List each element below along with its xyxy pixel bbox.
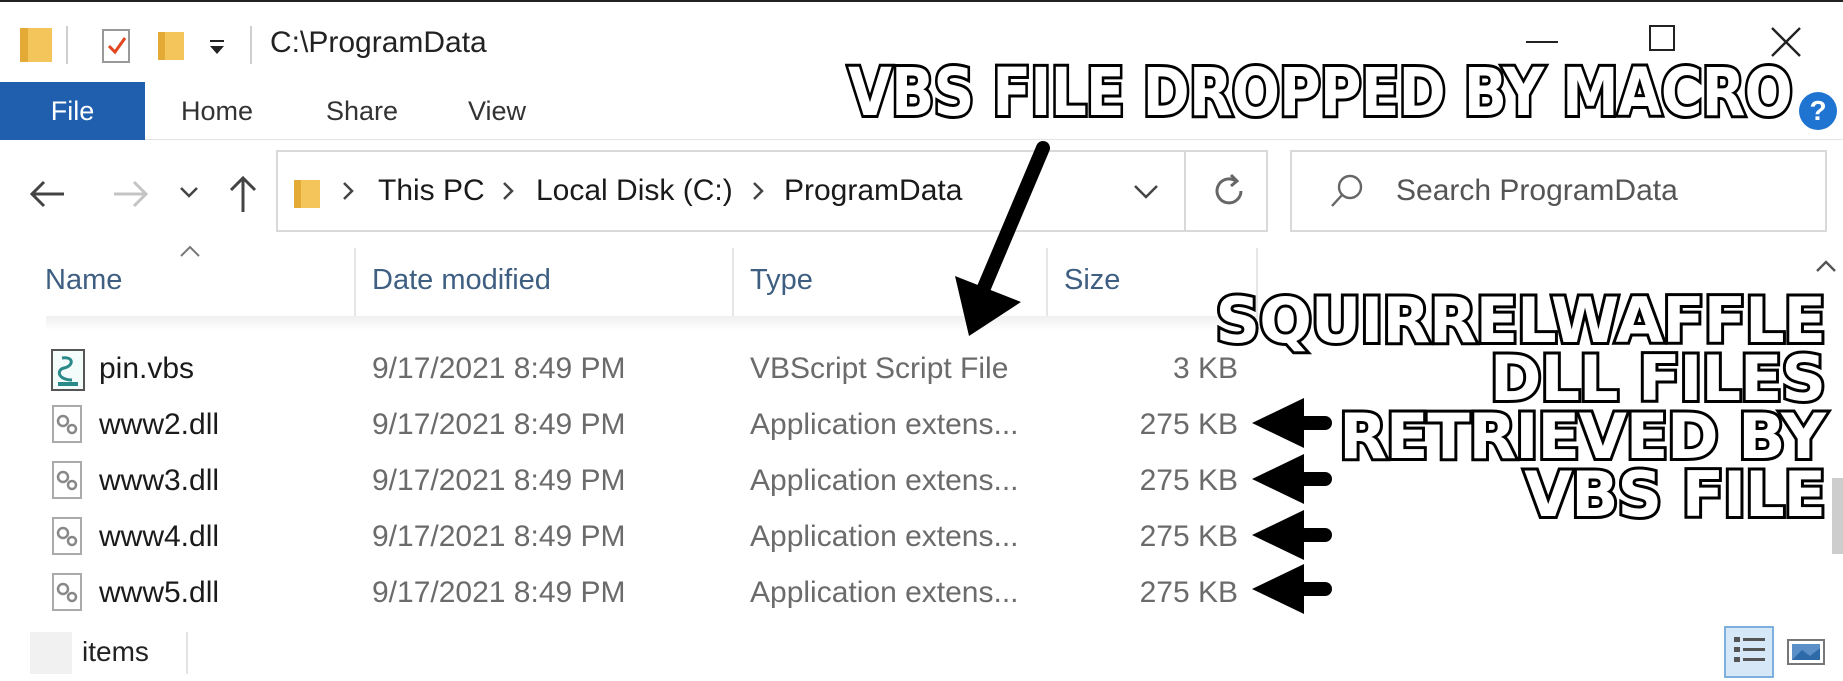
- search-box[interactable]: [1290, 150, 1827, 232]
- annotation-arrow-down: [955, 141, 1050, 336]
- header-shadow: [46, 316, 1256, 330]
- address-bar[interactable]: This PC Local Disk (C:) ProgramData: [276, 150, 1268, 232]
- breadcrumb-local-disk[interactable]: Local Disk (C:): [536, 174, 733, 208]
- search-input[interactable]: [1396, 168, 1816, 214]
- help-button[interactable]: ?: [1799, 92, 1837, 130]
- column-header-type[interactable]: Type: [750, 264, 813, 297]
- annotation-line: VBS FILE: [1521, 458, 1829, 531]
- file-row[interactable]: www2.dll 9/17/2021 8:49 PM Application e…: [0, 398, 1300, 454]
- sort-ascending-icon: [180, 245, 200, 257]
- tab-view[interactable]: View: [468, 96, 526, 127]
- chevron-right-icon[interactable]: [750, 180, 766, 202]
- new-folder-icon[interactable]: [156, 28, 186, 62]
- vbs-script-icon: [51, 349, 85, 391]
- customize-toolbar-icon[interactable]: [208, 38, 228, 58]
- file-name: www5.dll: [99, 576, 220, 609]
- separator: [66, 26, 68, 64]
- file-type: Application extens...: [750, 464, 1019, 497]
- file-date: 9/17/2021 8:49 PM: [372, 520, 626, 553]
- divider: [186, 632, 188, 674]
- refresh-icon[interactable]: [1210, 172, 1248, 210]
- file-type: VBScript Script File: [750, 352, 1009, 385]
- file-size: 275 KB: [1139, 520, 1238, 553]
- file-date: 9/17/2021 8:49 PM: [372, 352, 626, 385]
- scrollbar-thumb[interactable]: [1832, 478, 1843, 554]
- dll-file-icon: [52, 461, 82, 499]
- search-icon: [1331, 174, 1363, 207]
- file-name: www2.dll: [99, 408, 220, 441]
- annotation-squirrelwaffle: SQUIRRELWAFFLE DLL FILES RETRIEVED BY VB…: [1213, 287, 1829, 531]
- file-date: 9/17/2021 8:49 PM: [372, 576, 626, 609]
- dll-file-icon: [52, 405, 82, 443]
- chevron-down-icon[interactable]: [1132, 182, 1160, 202]
- up-arrow-icon[interactable]: [226, 172, 260, 214]
- chevron-right-icon[interactable]: [340, 180, 356, 202]
- forward-arrow-icon[interactable]: [110, 176, 150, 212]
- folder-icon: [20, 28, 52, 62]
- column-header-size[interactable]: Size: [1064, 264, 1120, 297]
- status-item-count: items: [82, 636, 149, 667]
- details-view-icon[interactable]: [1724, 626, 1774, 678]
- file-type: Application extens...: [750, 520, 1019, 553]
- column-header-date-modified[interactable]: Date modified: [372, 264, 551, 297]
- dll-file-icon: [52, 517, 82, 555]
- divider: [1184, 152, 1186, 230]
- file-size: 275 KB: [1139, 576, 1238, 609]
- annotation-arrow-left: [1252, 564, 1332, 614]
- tab-file[interactable]: File: [0, 82, 145, 140]
- folder-icon: [294, 180, 320, 208]
- column-divider[interactable]: [732, 248, 734, 320]
- back-arrow-icon[interactable]: [28, 176, 68, 212]
- file-type: Application extens...: [750, 576, 1019, 609]
- file-row[interactable]: www4.dll 9/17/2021 8:49 PM Application e…: [0, 510, 1300, 566]
- column-header-name[interactable]: Name: [45, 264, 122, 297]
- file-row[interactable]: www5.dll 9/17/2021 8:49 PM Application e…: [0, 566, 1300, 622]
- separator: [250, 26, 252, 64]
- dll-file-icon: [52, 573, 82, 611]
- file-name: pin.vbs: [99, 352, 195, 385]
- large-icons-view-icon[interactable]: [1784, 632, 1828, 672]
- tab-home[interactable]: Home: [181, 96, 253, 127]
- file-name: www3.dll: [99, 464, 220, 497]
- scroll-up-icon[interactable]: [1813, 256, 1839, 276]
- annotation-vbs-dropped: VBS FILE DROPPED BY MACRO: [845, 51, 1795, 134]
- recent-locations-icon[interactable]: [178, 184, 200, 202]
- status-placeholder: [30, 632, 72, 674]
- window-title: C:\ProgramData: [270, 26, 487, 59]
- file-type: Application extens...: [750, 408, 1019, 441]
- chevron-right-icon[interactable]: [500, 180, 516, 202]
- properties-icon[interactable]: [100, 28, 132, 64]
- file-date: 9/17/2021 8:49 PM: [372, 408, 626, 441]
- file-date: 9/17/2021 8:49 PM: [372, 464, 626, 497]
- file-row[interactable]: www3.dll 9/17/2021 8:49 PM Application e…: [0, 454, 1300, 510]
- breadcrumb-this-pc[interactable]: This PC: [378, 174, 485, 208]
- file-row[interactable]: pin.vbs 9/17/2021 8:49 PM VBScript Scrip…: [0, 342, 1300, 398]
- column-divider[interactable]: [354, 248, 356, 320]
- tab-share[interactable]: Share: [326, 96, 398, 127]
- breadcrumb-programdata[interactable]: ProgramData: [784, 174, 962, 208]
- file-name: www4.dll: [99, 520, 220, 553]
